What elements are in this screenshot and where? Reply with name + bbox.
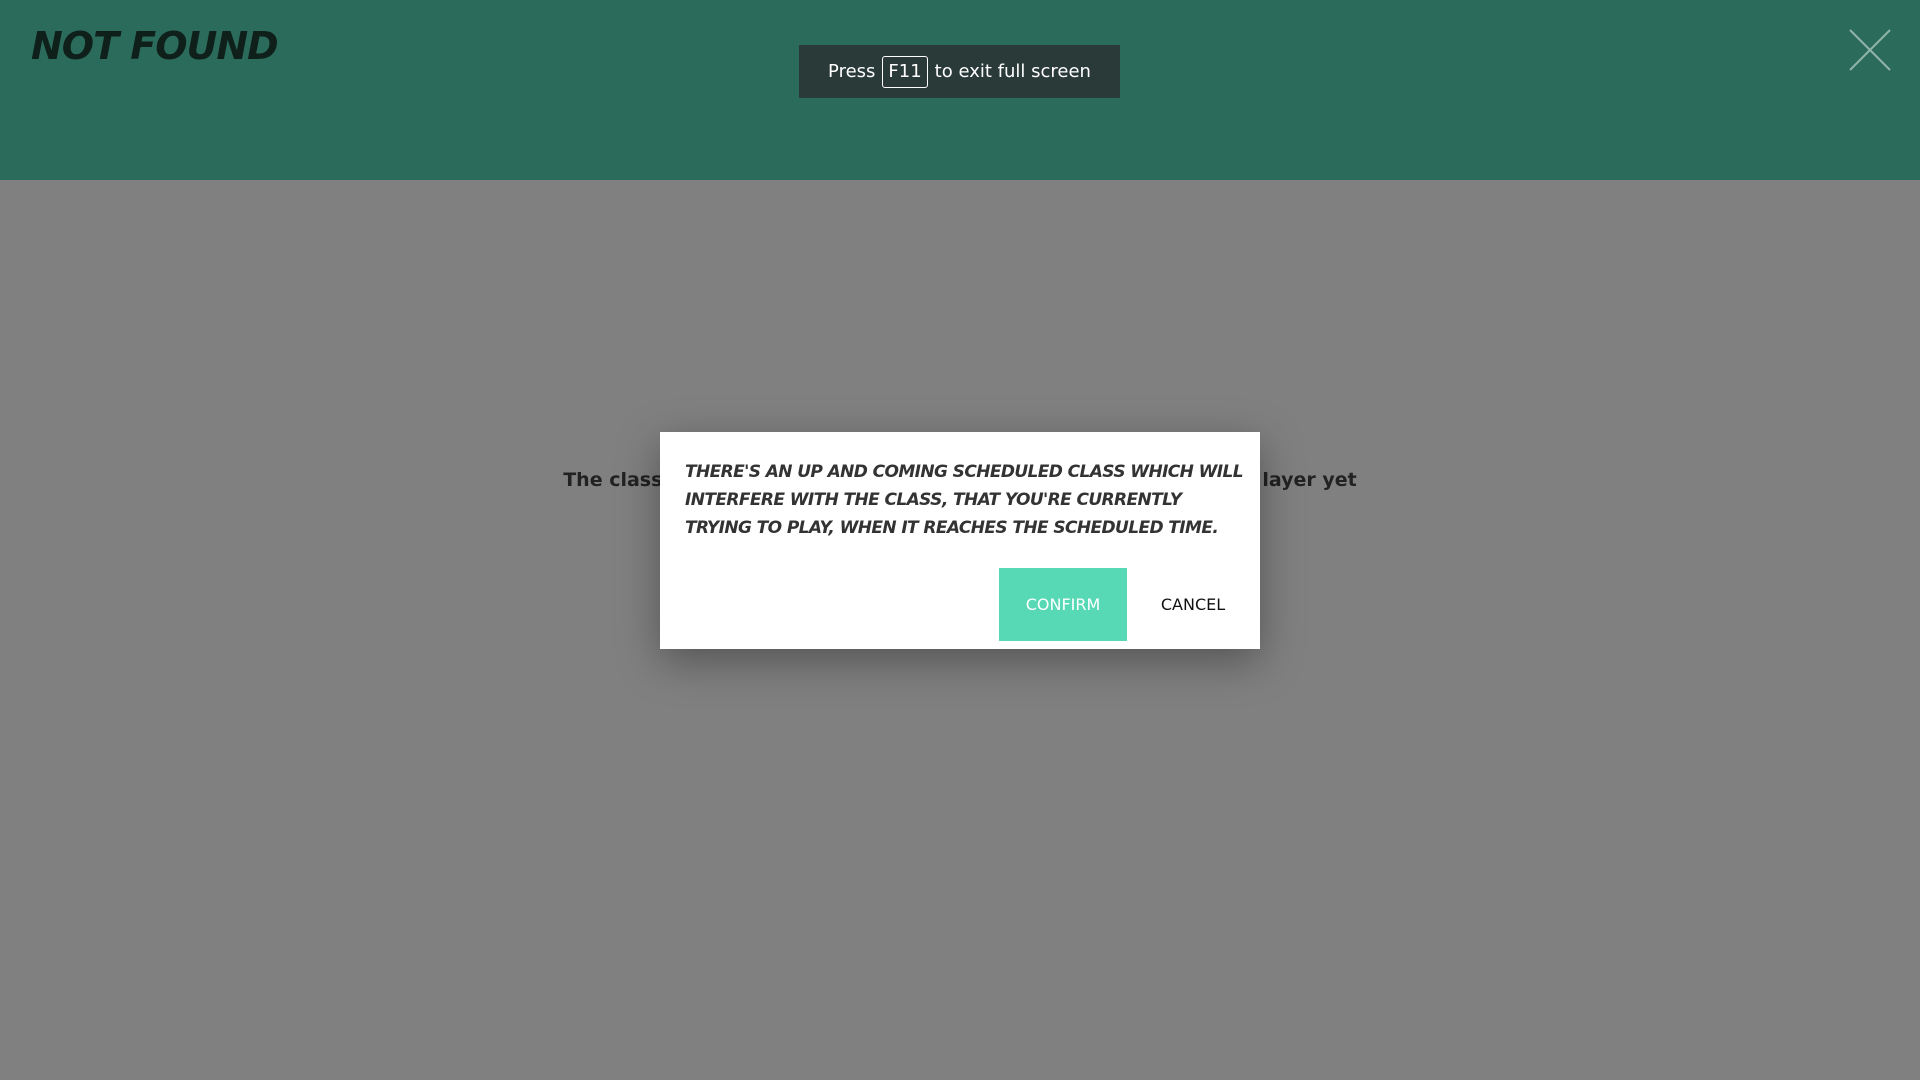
fullscreen-notice: Press F11 to exit full screen (799, 45, 1120, 98)
page-title: NOT FOUND (31, 24, 279, 68)
fullscreen-key: F11 (882, 55, 928, 88)
background-message-end: layer yet (1262, 469, 1357, 491)
dialog-message: THERE'S AN UP AND COMING SCHEDULED CLASS… (685, 462, 1244, 538)
close-icon[interactable] (1848, 28, 1892, 72)
confirm-button[interactable]: CONFIRM (999, 568, 1127, 641)
fullscreen-notice-suffix: to exit full screen (934, 61, 1091, 82)
cancel-button[interactable]: CANCEL (1148, 568, 1238, 641)
background-message-start: The class (563, 469, 663, 491)
fullscreen-notice-prefix: Press (828, 61, 876, 82)
